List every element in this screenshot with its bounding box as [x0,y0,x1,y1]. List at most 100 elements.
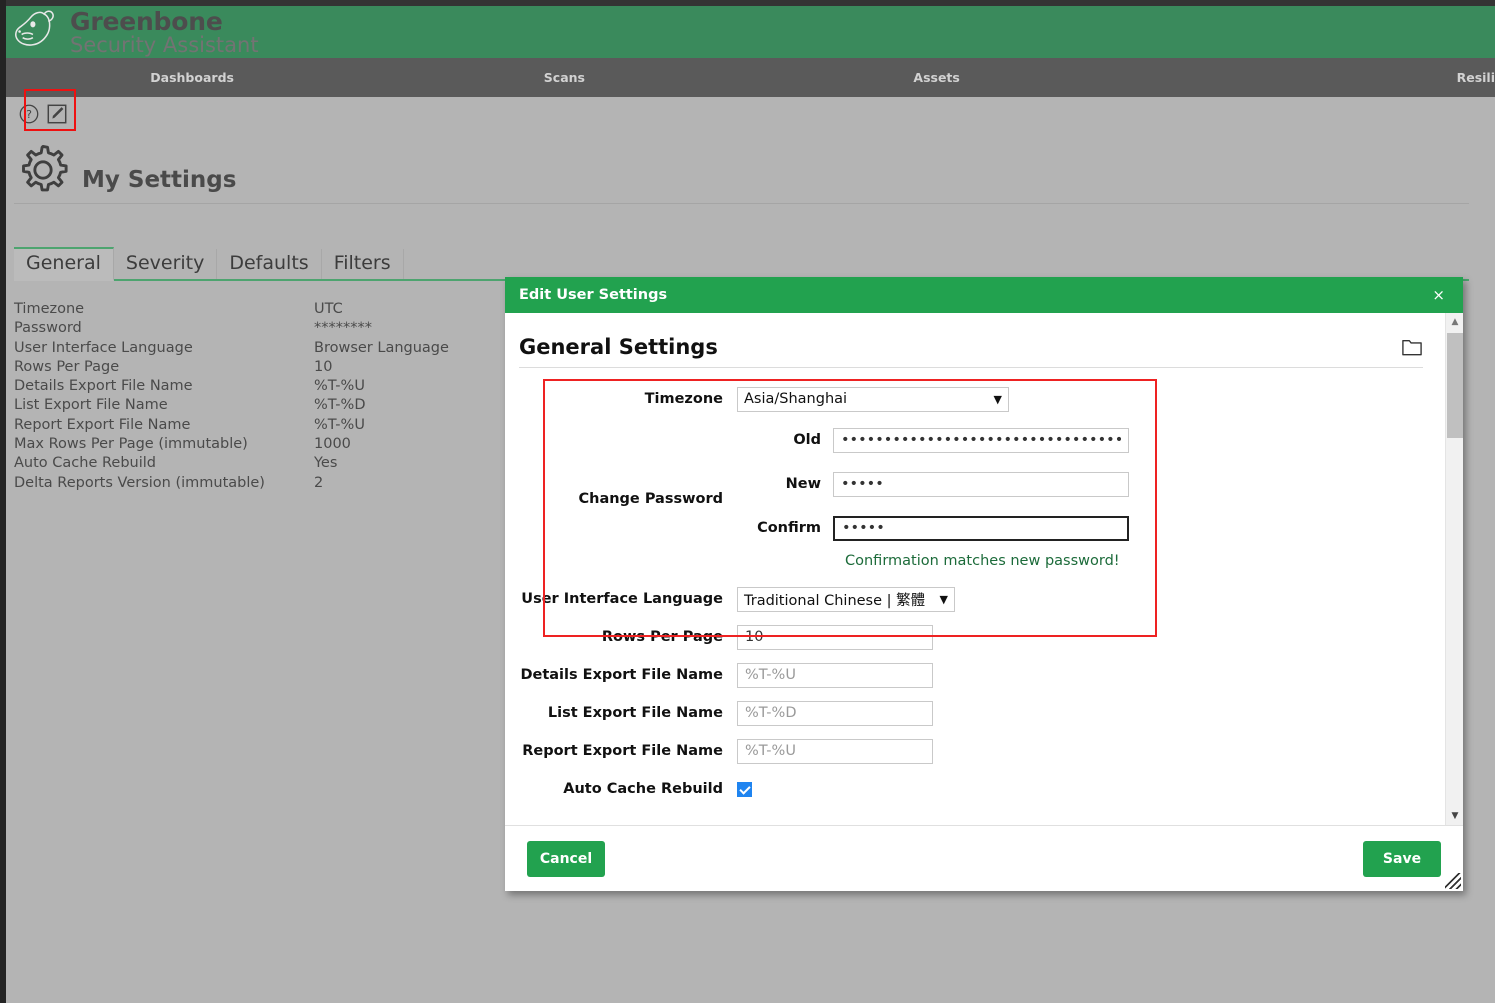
chevron-down-icon: ▼ [993,392,1002,406]
setting-label: User Interface Language [14,339,193,356]
setting-value: UTC [314,301,343,317]
old-password-label: Old [793,432,821,448]
tab-filters[interactable]: Filters [322,249,404,279]
general-settings-form: Timezone Asia/Shanghai ▼ Change Password [505,368,1445,808]
dialog-body: General Settings Timezone Asia/Shanghai … [505,313,1463,825]
rows-per-page-row: Rows Per Page [505,618,1445,656]
section-header: General Settings [505,335,1445,359]
list-export-input[interactable] [737,700,933,726]
report-export-label: Report Export File Name [522,743,723,759]
auto-cache-rebuild-label: Auto Cache Rebuild [563,781,723,797]
setting-label: Report Export File Name [14,416,191,433]
details-export-row: Details Export File Name [505,656,1445,694]
setting-label: Auto Cache Rebuild [14,455,156,472]
setting-value: 10 [314,358,333,375]
dialog-scroll-content: General Settings Timezone Asia/Shanghai … [505,313,1445,825]
dialog-resize-grip[interactable] [1445,873,1461,889]
auto-cache-rebuild-row: Auto Cache Rebuild [505,770,1445,808]
new-password-label: New [785,476,821,492]
old-password-input[interactable] [833,427,1129,453]
setting-label: Timezone [14,301,85,317]
chevron-down-icon: ▼ [939,592,948,606]
horse-head-logo-icon [15,10,54,46]
new-password-input[interactable] [833,471,1129,497]
setting-label: Delta Reports Version (immutable) [14,474,265,491]
nav-item-resilience[interactable]: Resili [1123,70,1495,85]
timezone-row: Timezone Asia/Shanghai ▼ [505,380,1445,418]
window-left-strip [0,0,6,1003]
page-icon-bar: ? [6,97,1495,130]
main-navigation: Dashboards Scans Assets Resili [6,58,1495,97]
app-root: Greenbone Security Assistant Dashboards … [0,0,1495,1003]
new-password-row: New [737,462,1445,506]
tab-severity[interactable]: Severity [114,249,218,279]
dialog-footer: Cancel Save [505,825,1463,891]
password-match-message: Confirmation matches new password! [845,553,1120,569]
brand-title: Greenbone [70,6,223,36]
ui-language-value: Traditional Chinese | 繁體 [744,592,926,609]
setting-label: Max Rows Per Page (immutable) [14,436,248,453]
setting-label: Password [14,320,82,337]
rows-per-page-label: Rows Per Page [601,629,723,645]
setting-label: Rows Per Page [14,358,120,375]
close-icon[interactable]: × [1428,286,1449,305]
list-item: Timezone UTC [14,300,534,319]
brand-header: Greenbone Security Assistant [6,6,1495,58]
timezone-value: Asia/Shanghai [744,391,848,407]
gear-icon [22,144,68,192]
setting-value: 2 [314,474,324,491]
setting-value: Yes [314,455,338,472]
list-item: Password ******** [14,319,534,338]
scroll-up-icon[interactable]: ▲ [1446,313,1463,331]
rows-per-page-input[interactable] [737,624,933,650]
list-export-label: List Export File Name [547,705,723,721]
list-item: Max Rows Per Page (immutable) 1000 [14,435,534,454]
setting-value: 1000 [314,436,351,453]
list-item: Delta Reports Version (immutable) 2 [14,474,534,493]
nav-item-scans[interactable]: Scans [378,70,750,85]
edit-pencil-icon[interactable] [46,103,68,125]
edit-user-settings-dialog: Edit User Settings × General Settings Ti… [505,277,1463,891]
nav-item-assets[interactable]: Assets [751,70,1123,85]
list-item: User Interface Language Browser Language [14,339,534,358]
details-export-input[interactable] [737,662,933,688]
setting-value: %T-%U [314,416,365,433]
report-export-row: Report Export File Name [505,732,1445,770]
cancel-button[interactable]: Cancel [527,840,605,877]
timezone-label: Timezone [644,391,723,407]
setting-value: Browser Language [314,339,449,356]
confirm-password-row: Confirm [737,506,1445,550]
list-item: Auto Cache Rebuild Yes [14,454,534,473]
setting-value: ******** [314,320,372,337]
list-item: List Export File Name %T-%D [14,396,534,415]
settings-summary-list: Timezone UTC Password ******** User Inte… [14,300,534,493]
confirm-password-input[interactable] [833,515,1129,541]
dialog-scrollbar[interactable]: ▲ ▼ [1445,313,1463,825]
report-export-input[interactable] [737,738,933,764]
scroll-down-icon[interactable]: ▼ [1446,807,1463,825]
setting-label: Details Export File Name [14,378,193,395]
dialog-titlebar[interactable]: Edit User Settings × [505,277,1463,313]
tab-general[interactable]: General [14,247,114,281]
tab-defaults[interactable]: Defaults [217,249,322,279]
auto-cache-rebuild-checkbox[interactable] [737,781,752,797]
setting-value: %T-%D [314,397,366,414]
setting-label: List Export File Name [14,397,168,414]
save-button[interactable]: Save [1363,840,1441,877]
ui-language-select[interactable]: Traditional Chinese | 繁體 ▼ [737,586,955,612]
title-divider [14,203,1469,204]
old-password-row: Old [737,418,1445,462]
folder-icon[interactable] [1401,337,1423,357]
brand-subtitle: Security Assistant [70,32,259,57]
page-title: My Settings [82,167,237,193]
list-item: Details Export File Name %T-%U [14,377,534,396]
brand-text: Greenbone Security Assistant [70,9,259,56]
help-circle-icon[interactable]: ? [18,103,40,125]
nav-item-dashboards[interactable]: Dashboards [6,70,378,85]
details-export-label: Details Export File Name [520,667,723,683]
ui-language-label: User Interface Language [521,591,723,607]
dialog-title: Edit User Settings [519,287,668,303]
scrollbar-thumb[interactable] [1447,333,1463,438]
section-title: General Settings [519,335,718,359]
timezone-select[interactable]: Asia/Shanghai ▼ [737,386,1009,412]
